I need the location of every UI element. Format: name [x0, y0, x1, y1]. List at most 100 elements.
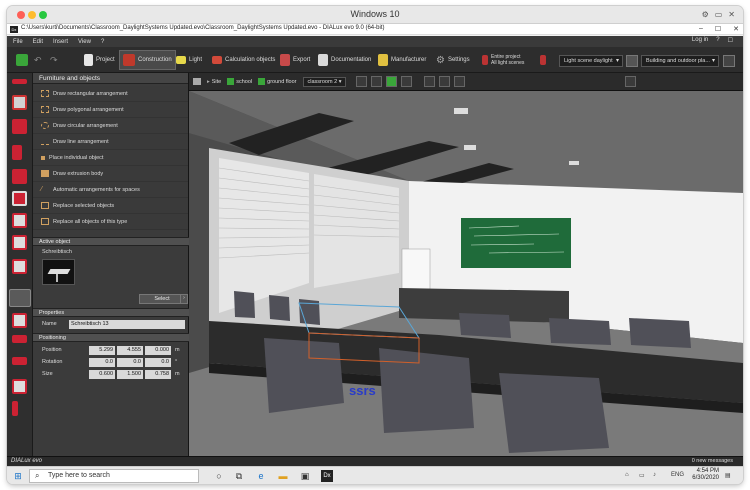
window-icon[interactable]: ▭	[715, 10, 723, 19]
language-indicator[interactable]: ENG	[671, 472, 684, 478]
messages-indicator[interactable]: 0 new messages	[692, 458, 733, 464]
green-view-button[interactable]	[386, 76, 398, 87]
list-item-polygon-arrangement[interactable]: Draw polygonal arrangement	[33, 102, 188, 118]
fullscreen-button[interactable]	[625, 76, 637, 87]
menu-edit[interactable]: Edit	[33, 39, 43, 45]
cortana-icon[interactable]: ○	[213, 470, 225, 482]
zoom-button[interactable]	[454, 76, 466, 87]
calculate-button[interactable]: Entire project All light scenes	[479, 50, 527, 70]
list-item-circular-arrangement[interactable]: Draw circular arrangement	[33, 118, 188, 134]
tab-project[interactable]: Project	[81, 50, 118, 70]
tab-calculation-objects[interactable]: Calculation objects	[209, 50, 278, 70]
material-tool-icon[interactable]	[12, 313, 27, 328]
viewport-toolbar: ▸ Site school ground floor classroom 2 ▾	[189, 73, 743, 91]
list-item-rect-arrangement[interactable]: Draw rectangular arrangement	[33, 86, 188, 102]
room-tool-icon[interactable]	[12, 95, 27, 110]
image-tool-icon[interactable]	[12, 379, 27, 394]
floor-tool-icon[interactable]	[12, 235, 27, 250]
select-object-button[interactable]: Select	[139, 294, 185, 304]
people-icon[interactable]: ⌂	[625, 472, 629, 478]
viewport-3d[interactable]: ssrs ▸ Site school ground floor classroo…	[189, 73, 743, 456]
manufacturer-icon	[378, 54, 388, 66]
section-tool-icon[interactable]	[12, 357, 27, 365]
rotate-button[interactable]	[439, 76, 451, 87]
measure-tool-icon[interactable]	[12, 401, 18, 416]
size-y-field[interactable]: 1.500	[117, 370, 143, 379]
help-icon[interactable]: ?	[716, 37, 719, 44]
furniture-tool-icon[interactable]	[9, 289, 31, 307]
list-item-line-arrangement[interactable]: Draw line arrangement	[33, 134, 188, 150]
notifications-icon[interactable]: ▤	[725, 472, 731, 479]
tab-documentation[interactable]: Documentation	[315, 50, 374, 70]
task-view-icon[interactable]: ⧉	[233, 470, 245, 482]
maximize-button[interactable]: ☐	[715, 25, 721, 33]
stairs-tool-icon[interactable]	[12, 191, 27, 206]
edge-icon[interactable]: e	[255, 470, 267, 482]
position-x-field[interactable]: 5.299	[89, 346, 115, 355]
view-mode-dropdown[interactable]: Building and outdoor pla...	[641, 55, 719, 67]
size-z-field[interactable]: 0.758	[145, 370, 171, 379]
position-z-field[interactable]: 0.000	[145, 346, 171, 355]
door-tool-icon[interactable]	[12, 145, 22, 160]
list-item-replace-all[interactable]: Replace all objects of this type	[33, 214, 188, 230]
list-item-place-object[interactable]: Place individual object	[33, 150, 188, 166]
extrusion-icon	[41, 170, 49, 177]
window-tool-icon[interactable]	[12, 169, 27, 184]
crumb-site[interactable]: Site	[212, 79, 221, 85]
crumb-floor[interactable]: ground floor	[267, 79, 296, 85]
taskbar-clock[interactable]: 4:54 PM 6/30/2020	[692, 468, 719, 482]
classroom-render[interactable]: ssrs	[189, 73, 743, 456]
column-tool-icon[interactable]	[12, 259, 27, 274]
save-button[interactable]	[13, 50, 31, 70]
3d-view-button[interactable]	[401, 76, 413, 87]
minimize-button[interactable]: –	[699, 25, 703, 33]
dialux-taskbar-icon[interactable]: Dx	[321, 470, 333, 482]
tab-export[interactable]: Export	[277, 50, 313, 70]
tab-light[interactable]: Light	[173, 50, 205, 70]
settings-icon[interactable]: ⚙	[702, 10, 709, 19]
store-icon[interactable]: ▣	[299, 470, 311, 482]
select-arrow-button[interactable]: ›	[180, 294, 188, 304]
light-scene-options-button[interactable]	[626, 55, 638, 67]
light-scene-dropdown[interactable]: Light scene daylight	[559, 55, 623, 67]
close-icon[interactable]: ✕	[728, 10, 735, 19]
volume-icon[interactable]: ♪	[653, 472, 656, 478]
file-explorer-icon[interactable]: ▬	[277, 470, 289, 482]
wall-tool-icon[interactable]	[12, 79, 27, 84]
stop-calc-button[interactable]	[537, 50, 549, 70]
tab-settings[interactable]: ⚙ Settings	[433, 50, 473, 70]
cut-tool-icon[interactable]	[12, 335, 27, 343]
undo-button[interactable]: ↶	[31, 50, 45, 70]
pan-button[interactable]	[424, 76, 436, 87]
position-y-field[interactable]: 4.555	[117, 346, 143, 355]
snap-button[interactable]	[371, 76, 383, 87]
start-icon[interactable]: ⊞	[12, 470, 24, 482]
menu-file[interactable]: File	[13, 39, 23, 45]
list-item-replace-selected[interactable]: Replace selected objects	[33, 198, 188, 214]
grid-button[interactable]	[356, 76, 368, 87]
room-dropdown[interactable]: classroom 2 ▾	[302, 76, 347, 87]
crumb-school[interactable]: school	[236, 79, 252, 85]
login-link[interactable]: Log in	[692, 37, 708, 44]
redo-button[interactable]: ↷	[47, 50, 61, 70]
layout-icon[interactable]: ☐	[728, 37, 733, 44]
cube-tool-icon[interactable]	[12, 119, 27, 134]
taskbar-search[interactable]: ⌕ Type here to search	[29, 469, 199, 483]
tab-manufacturer[interactable]: Manufacturer	[375, 50, 429, 70]
list-item-auto-arrangements[interactable]: ⁄ Automatic arrangements for spaces	[33, 182, 188, 198]
list-item-extrusion-body[interactable]: Draw extrusion body	[33, 166, 188, 182]
size-x-field[interactable]: 0.600	[89, 370, 115, 379]
rotation-x-field[interactable]: 0.0	[89, 358, 115, 367]
close-button[interactable]: ✕	[733, 25, 739, 33]
app-titlebar: Dx C:\Users\kurti\Documents\Classroom_Da…	[7, 24, 743, 35]
ceiling-tool-icon[interactable]	[12, 213, 27, 228]
rotation-y-field[interactable]: 0.0	[117, 358, 143, 367]
menu-insert[interactable]: Insert	[53, 39, 68, 45]
name-field[interactable]: Schreibtisch 13	[69, 320, 185, 329]
tab-construction[interactable]: Construction	[119, 50, 176, 70]
menu-view[interactable]: View	[78, 39, 91, 45]
menu-help[interactable]: ?	[101, 39, 104, 45]
layout-toggle-button[interactable]	[723, 55, 735, 67]
rotation-z-field[interactable]: 0.0	[145, 358, 171, 367]
camera-icon[interactable]	[193, 78, 201, 85]
